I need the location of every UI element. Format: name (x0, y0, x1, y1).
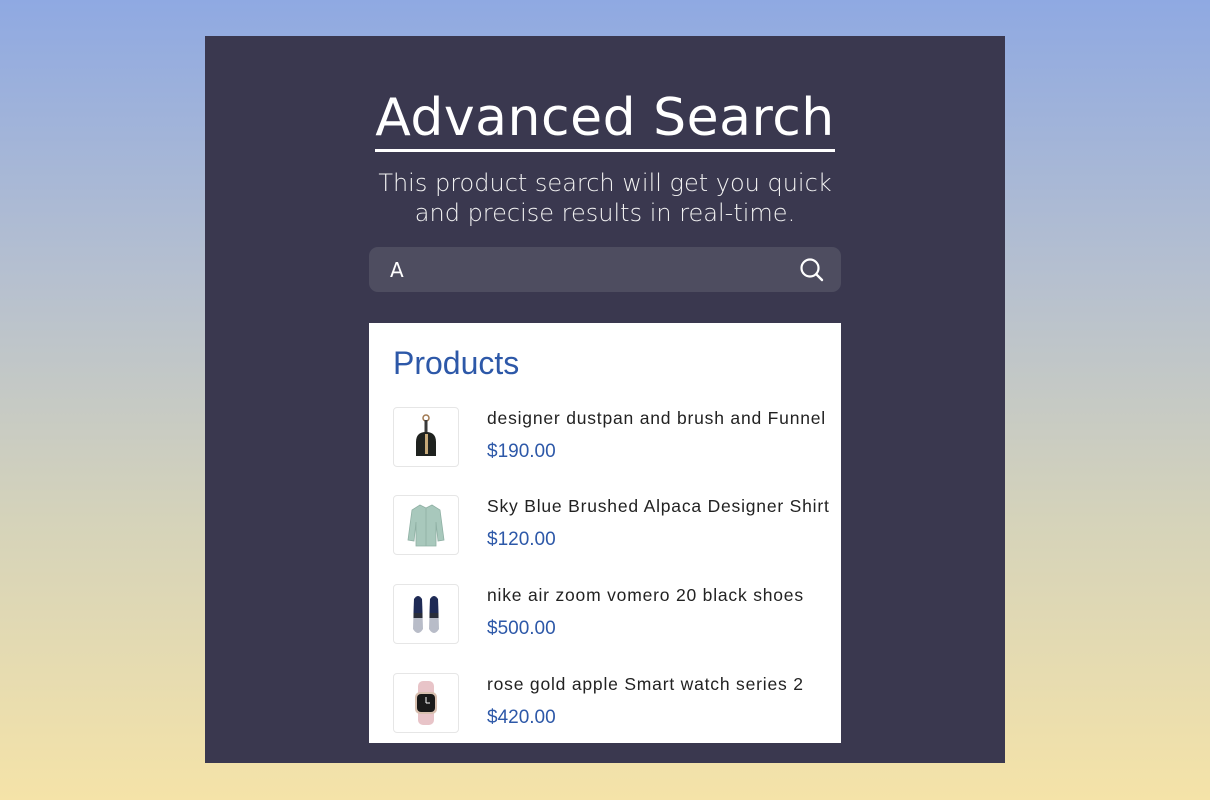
page-subtitle: This product search will get you quick a… (205, 168, 1005, 228)
product-price: $500.00 (487, 618, 556, 639)
product-item[interactable]: nike air zoom vomero 20 black shoes $500… (393, 584, 833, 648)
search-button[interactable] (799, 257, 825, 283)
product-name: nike air zoom vomero 20 black shoes (487, 585, 804, 605)
search-bar (369, 247, 841, 292)
dustpan-image (416, 414, 436, 456)
results-heading: Products (393, 345, 520, 381)
shoes-image (413, 596, 439, 633)
product-thumbnail (393, 584, 459, 644)
search-input[interactable] (369, 247, 779, 292)
product-item[interactable]: rose gold apple Smart watch series 2 $42… (393, 673, 833, 737)
results-dropdown: Products designer dustpan and brush and … (369, 323, 841, 743)
product-price: $120.00 (487, 529, 556, 550)
product-thumbnail (393, 407, 459, 467)
page-title-text: Advanced Search (375, 87, 835, 152)
product-item[interactable]: Sky Blue Brushed Alpaca Designer Shirt $… (393, 495, 833, 559)
watch-image (415, 681, 437, 725)
product-name: Sky Blue Brushed Alpaca Designer Shirt (487, 496, 830, 516)
product-name: rose gold apple Smart watch series 2 (487, 674, 804, 694)
product-price: $420.00 (487, 707, 556, 728)
subtitle-line-1: This product search will get you quick (378, 169, 832, 197)
page-title: Advanced Search (205, 86, 1005, 152)
product-price: $190.00 (487, 441, 556, 462)
product-name: designer dustpan and brush and Funnel (487, 408, 826, 428)
subtitle-line-2: and precise results in real-time. (414, 199, 796, 227)
product-thumbnail (393, 673, 459, 733)
product-thumbnail (393, 495, 459, 555)
search-icon (800, 258, 824, 282)
shirt-image (407, 504, 445, 547)
product-item[interactable]: designer dustpan and brush and Funnel $1… (393, 407, 833, 471)
